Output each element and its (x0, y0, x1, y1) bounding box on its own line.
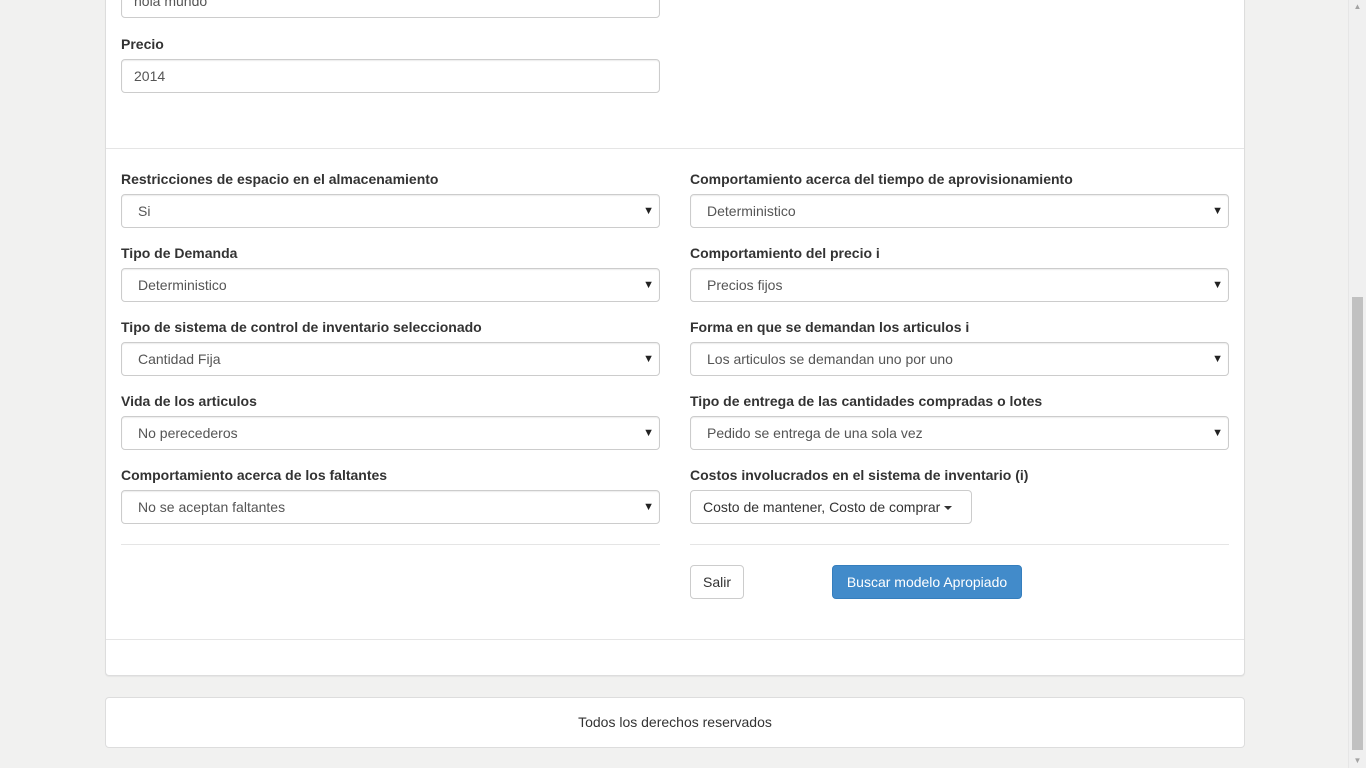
sistema-control-select[interactable]: Cantidad Fija ▼ (121, 342, 660, 376)
costos-multiselect[interactable]: Costo de mantener, Costo de comprar (690, 490, 972, 524)
tipo-demanda-label: Tipo de Demanda (121, 245, 238, 261)
aprovisionamiento-label: Comportamiento acerca del tiempo de apro… (690, 171, 1073, 187)
top-text-input[interactable]: hola mundo (121, 0, 660, 18)
vida-articulos-select[interactable]: No perecederos ▼ (121, 416, 660, 450)
faltantes-value: No se aceptan faltantes (138, 499, 286, 515)
chevron-down-icon: ▼ (643, 501, 654, 513)
forma-demanda-select[interactable]: Los articulos se demandan uno por uno ▼ (690, 342, 1229, 376)
tipo-entrega-label: Tipo de entrega de las cantidades compra… (690, 393, 1043, 409)
aprovisionamiento-value: Deterministico (707, 203, 796, 219)
section-divider (106, 148, 1244, 149)
chevron-down-icon: ▼ (643, 205, 654, 217)
chevron-down-icon: ▼ (1212, 279, 1223, 291)
forma-demanda-value: Los articulos se demandan uno por uno (707, 351, 953, 367)
chevron-down-icon: ▼ (1212, 427, 1223, 439)
costos-value: Costo de mantener, Costo de comprar (703, 499, 941, 515)
precio-comportamiento-label: Comportamiento del precio i (690, 245, 880, 261)
scroll-thumb[interactable] (1352, 297, 1363, 750)
restricciones-label: Restricciones de espacio en el almacenam… (121, 171, 439, 187)
page-footer: Todos los derechos reservados (105, 697, 1245, 748)
chevron-down-icon: ▼ (1212, 353, 1223, 365)
faltantes-label: Comportamiento acerca de los faltantes (121, 467, 388, 483)
sistema-control-value: Cantidad Fija (138, 351, 221, 367)
left-divider (121, 544, 660, 545)
tipo-demanda-select[interactable]: Deterministico ▼ (121, 268, 660, 302)
right-divider (690, 544, 1229, 545)
tipo-entrega-value: Pedido se entrega de una sola vez (707, 425, 923, 441)
faltantes-select[interactable]: No se aceptan faltantes ▼ (121, 490, 660, 524)
chevron-down-icon: ▼ (643, 353, 654, 365)
vida-articulos-value: No perecederos (138, 425, 238, 441)
tipo-entrega-select[interactable]: Pedido se entrega de una sola vez ▼ (690, 416, 1229, 450)
scroll-up-arrow-icon[interactable]: ▲ (1349, 0, 1366, 14)
caret-down-icon (944, 506, 953, 511)
scroll-down-arrow-icon[interactable]: ▼ (1349, 754, 1366, 768)
buscar-modelo-button[interactable]: Buscar modelo Apropiado (832, 565, 1022, 599)
footer-text: Todos los derechos reservados (578, 714, 772, 730)
chevron-down-icon: ▼ (643, 279, 654, 291)
main-panel: hola mundo Precio 2014 Restricciones de … (105, 0, 1245, 676)
vida-articulos-label: Vida de los articulos (121, 393, 257, 409)
precio-comportamiento-select[interactable]: Precios fijos ▼ (690, 268, 1229, 302)
chevron-down-icon: ▼ (643, 427, 654, 439)
restricciones-value: Si (138, 203, 151, 219)
vertical-scrollbar[interactable]: ▲ ▼ (1348, 0, 1366, 768)
forma-demanda-label: Forma en que se demandan los articulos i (690, 319, 970, 335)
sistema-control-label: Tipo de sistema de control de inventario… (121, 319, 482, 335)
precio-input[interactable]: 2014 (121, 59, 660, 93)
restricciones-select[interactable]: Si ▼ (121, 194, 660, 228)
tipo-demanda-value: Deterministico (138, 277, 227, 293)
precio-comportamiento-value: Precios fijos (707, 277, 783, 293)
salir-button[interactable]: Salir (690, 565, 744, 599)
chevron-down-icon: ▼ (1212, 205, 1223, 217)
aprovisionamiento-select[interactable]: Deterministico ▼ (690, 194, 1229, 228)
costos-label: Costos involucrados en el sistema de inv… (690, 467, 1029, 483)
precio-label: Precio (121, 36, 164, 52)
panel-footer-divider (106, 639, 1244, 640)
